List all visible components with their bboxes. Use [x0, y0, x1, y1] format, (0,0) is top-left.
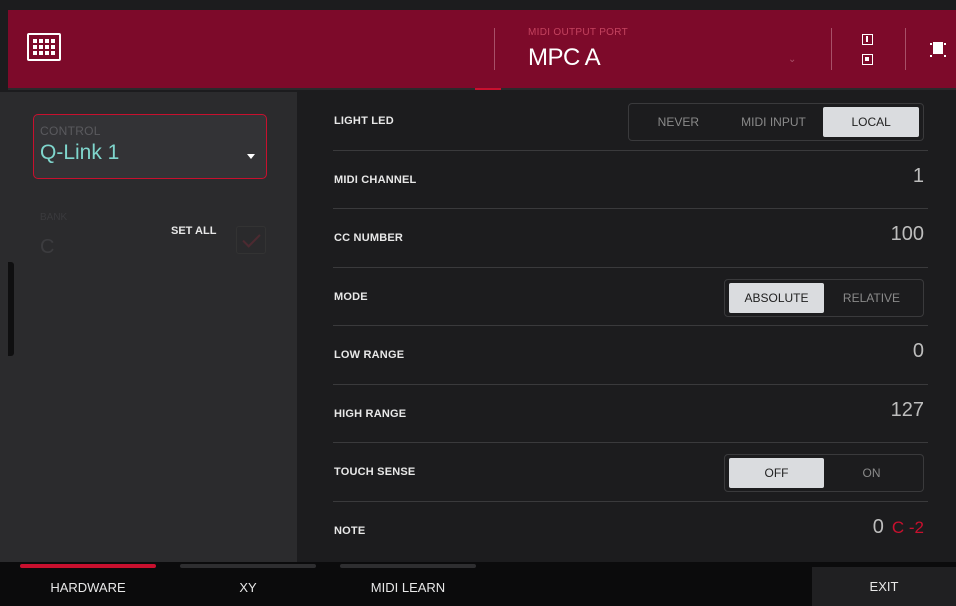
light-led-midi-input-option[interactable]: MIDI INPUT [724, 107, 824, 137]
menu-grid-button[interactable] [27, 33, 61, 61]
window-icons [862, 34, 876, 74]
chevron-down-icon[interactable]: ⌄ [788, 54, 796, 65]
mode-relative-option[interactable]: RELATIVE [824, 283, 919, 313]
header-separator [494, 28, 495, 70]
row-light-led: LIGHT LED NEVER MIDI INPUT LOCAL [333, 92, 928, 151]
tab-indicator [340, 564, 476, 568]
tab-indicator [20, 564, 156, 568]
settings-list: LIGHT LED NEVER MIDI INPUT LOCAL MIDI CH… [297, 92, 956, 562]
high-range-label: HIGH RANGE [334, 407, 407, 420]
record-icon[interactable] [862, 54, 873, 65]
tab-indicator [180, 564, 316, 568]
note-number: 0 [872, 515, 884, 538]
row-mode: MODE ABSOLUTE RELATIVE [333, 268, 928, 326]
chip-icon[interactable] [930, 42, 946, 57]
row-cc-number[interactable]: CC NUMBER 100 [333, 209, 928, 268]
control-label: CONTROL [40, 124, 101, 138]
row-touch-sense: TOUCH SENSE OFF ON [333, 443, 928, 502]
tab-xy[interactable]: XY [180, 562, 316, 606]
midi-output-port-dropdown[interactable]: MPC A [528, 44, 601, 72]
info-icon[interactable] [862, 34, 873, 45]
exit-button[interactable]: EXIT [812, 567, 956, 606]
mode-label: MODE [334, 290, 368, 303]
tab-xy-label: XY [239, 579, 257, 595]
low-range-value[interactable]: 0 [913, 340, 924, 363]
row-midi-channel[interactable]: MIDI CHANNEL 1 [333, 151, 928, 209]
midi-channel-value[interactable]: 1 [913, 165, 924, 188]
light-led-label: LIGHT LED [334, 115, 394, 127]
row-high-range[interactable]: HIGH RANGE 127 [333, 385, 928, 443]
header-accent [475, 88, 501, 90]
light-led-never-option[interactable]: NEVER [633, 107, 724, 137]
light-led-local-option[interactable]: LOCAL [823, 107, 920, 137]
light-led-segmented: NEVER MIDI INPUT LOCAL [628, 103, 924, 141]
top-bar: MIDI OUTPUT PORT MPC A ⌄ [0, 0, 956, 92]
set-all-label: SET ALL [171, 225, 217, 237]
control-value: Q-Link 1 [40, 141, 120, 164]
touch-sense-off-option[interactable]: OFF [729, 458, 824, 488]
low-range-label: LOW RANGE [334, 349, 405, 361]
note-value[interactable]: 0 C -2 [873, 516, 924, 539]
cc-number-label: CC NUMBER [334, 232, 404, 244]
header-separator [831, 28, 832, 70]
header-banner [8, 10, 956, 88]
grid-icon [33, 39, 55, 55]
tab-midi-learn[interactable]: MIDI LEARN [340, 562, 476, 606]
high-range-value[interactable]: 127 [891, 399, 924, 422]
midi-output-port-label: MIDI OUTPUT PORT [528, 27, 628, 38]
control-dropdown[interactable]: CONTROL Q-Link 1 [33, 114, 267, 179]
chevron-down-icon [247, 154, 255, 159]
tab-midi-learn-label: MIDI LEARN [370, 579, 446, 595]
bottom-bar: HARDWARE XY MIDI LEARN EXIT [0, 562, 956, 606]
side-handle[interactable] [8, 262, 14, 356]
mode-segmented: ABSOLUTE RELATIVE [724, 278, 924, 317]
touch-sense-label: TOUCH SENSE [334, 466, 416, 478]
header-divider [8, 88, 956, 90]
tab-hardware[interactable]: HARDWARE [20, 562, 156, 606]
row-note[interactable]: NOTE 0 C -2 [333, 502, 928, 561]
bank-value: C [40, 236, 55, 258]
note-label: NOTE [334, 524, 366, 537]
cc-number-value[interactable]: 100 [891, 223, 924, 246]
header-separator [905, 28, 906, 70]
touch-sense-on-option[interactable]: ON [824, 458, 919, 488]
note-name: C -2 [891, 517, 924, 537]
mode-absolute-option[interactable]: ABSOLUTE [729, 282, 824, 313]
midi-channel-label: MIDI CHANNEL [334, 173, 417, 186]
row-low-range[interactable]: LOW RANGE 0 [333, 326, 928, 385]
tab-hardware-label: HARDWARE [50, 579, 126, 595]
touch-sense-segmented: OFF ON [724, 454, 924, 492]
bank-label: BANK [40, 212, 68, 223]
set-all-checkbox[interactable] [236, 226, 266, 254]
